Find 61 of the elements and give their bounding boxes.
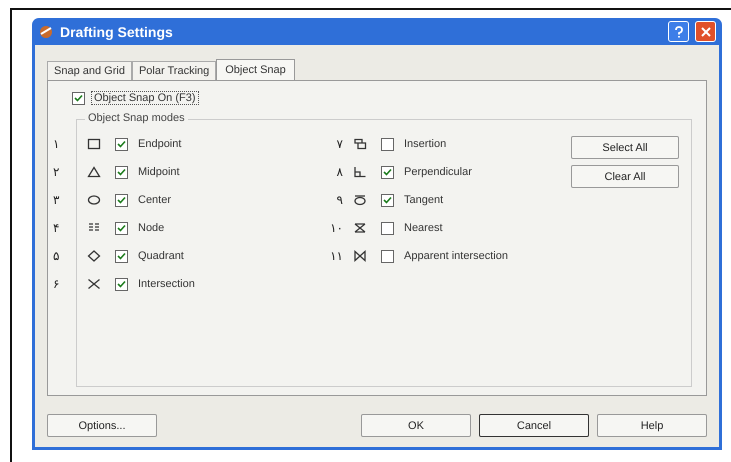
annotation-number: ۶ xyxy=(53,277,60,291)
annotation-number: ۱۰ xyxy=(329,221,343,235)
annotation-number: ۵ xyxy=(53,249,60,263)
annotation-number: ۱۱ xyxy=(329,249,343,263)
annotation-number: ۷ xyxy=(336,137,343,151)
mode-label: Intersection xyxy=(138,278,195,290)
checkbox-label: Object Snap On (F3) xyxy=(91,91,198,105)
help-button[interactable] xyxy=(668,21,689,42)
close-icon xyxy=(700,26,710,36)
perpendicular-marker-icon xyxy=(353,166,367,178)
center-marker-icon xyxy=(87,194,101,206)
apparent-intersection-marker-icon xyxy=(353,250,367,262)
annotation-number: ۳ xyxy=(53,193,60,207)
insertion-marker-icon xyxy=(353,138,367,150)
dialog-button[interactable]: Cancel xyxy=(479,414,589,437)
mode-label: Insertion xyxy=(404,138,446,150)
mode-label: Perpendicular xyxy=(404,166,472,178)
checkbox[interactable] xyxy=(381,222,394,234)
app-icon xyxy=(38,24,54,40)
window-title: Drafting Settings xyxy=(60,24,173,40)
midpoint-marker-icon xyxy=(87,166,101,178)
checkbox[interactable] xyxy=(115,222,128,234)
endpoint-marker-icon xyxy=(87,138,101,150)
annotation-number: ۴ xyxy=(53,221,60,235)
side-button[interactable]: Clear All xyxy=(571,165,679,188)
quadrant-marker-icon xyxy=(87,250,101,262)
tab[interactable]: Polar Tracking xyxy=(132,61,216,80)
group-title: Object Snap modes xyxy=(85,112,188,124)
checkbox[interactable] xyxy=(381,194,394,206)
help-icon xyxy=(674,26,684,38)
annotation-number: ۲ xyxy=(53,165,60,179)
annotation-number: ۸ xyxy=(336,165,343,179)
mode-label: Endpoint xyxy=(138,138,182,150)
dialog-button[interactable]: Help xyxy=(597,414,707,437)
side-button[interactable]: Select All xyxy=(571,136,679,159)
tab[interactable]: Object Snap xyxy=(216,59,295,80)
checkbox[interactable] xyxy=(115,250,128,262)
checkbox[interactable] xyxy=(115,278,128,290)
checkbox[interactable] xyxy=(381,138,394,150)
mode-label: Node xyxy=(138,222,164,234)
close-button[interactable] xyxy=(695,21,716,42)
intersection-marker-icon xyxy=(87,278,101,290)
mode-label: Quadrant xyxy=(138,250,184,262)
mode-label: Apparent intersection xyxy=(404,250,508,262)
annotation-number: ۹ xyxy=(336,193,343,207)
nearest-marker-icon xyxy=(353,222,367,234)
dialog-button[interactable]: OK xyxy=(361,414,471,437)
checkbox[interactable] xyxy=(115,138,128,150)
checkbox[interactable] xyxy=(115,166,128,178)
options-button[interactable]: Options... xyxy=(47,414,157,437)
checkbox[interactable] xyxy=(72,92,85,104)
annotation-number: ۱ xyxy=(53,137,60,151)
mode-label: Midpoint xyxy=(138,166,180,178)
checkbox[interactable] xyxy=(381,250,394,262)
checkbox[interactable] xyxy=(115,194,128,206)
mode-label: Center xyxy=(138,194,172,206)
tangent-marker-icon xyxy=(353,194,367,206)
mode-label: Nearest xyxy=(404,222,443,234)
mode-label: Tangent xyxy=(404,194,444,206)
checkbox[interactable] xyxy=(381,166,394,178)
tab[interactable]: Snap and Grid xyxy=(47,61,132,80)
